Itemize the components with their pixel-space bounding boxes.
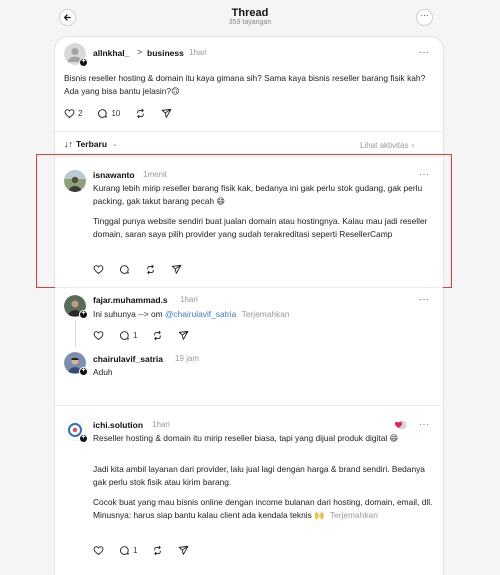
- repost-icon: [154, 545, 162, 556]
- main-post-actions: 2 10: [64, 108, 187, 119]
- reply-actions: 1: [93, 545, 204, 556]
- follow-plus-icon[interactable]: +: [79, 58, 88, 67]
- follow-plus-icon[interactable]: +: [79, 367, 88, 376]
- top-bar: Thread 359 tayangan ···: [0, 0, 500, 36]
- reply-time: 1hari: [152, 420, 170, 429]
- comment-icon: [120, 265, 129, 274]
- repost-icon: [137, 108, 145, 119]
- reply-button[interactable]: 1: [119, 330, 137, 341]
- translate-link[interactable]: Terjemahkan: [242, 309, 290, 319]
- sort-icon: ↓↑: [64, 139, 73, 149]
- reply-username[interactable]: chairulavif_satria: [93, 354, 163, 364]
- reply-button[interactable]: [119, 264, 130, 275]
- main-post-time: 1hari: [189, 48, 207, 57]
- comment-icon: [120, 331, 129, 340]
- reply-avatar[interactable]: +: [64, 352, 88, 376]
- topic-link[interactable]: business: [147, 48, 184, 58]
- reply-username[interactable]: isnawanto: [93, 170, 135, 180]
- send-icon: [162, 108, 172, 118]
- follow-plus-icon[interactable]: +: [79, 434, 88, 443]
- divider: [55, 405, 443, 406]
- send-icon: [179, 545, 189, 555]
- main-post-avatar[interactable]: +: [64, 43, 88, 67]
- thread-connector: [75, 321, 76, 347]
- share-button[interactable]: [161, 108, 172, 119]
- send-icon: [179, 330, 189, 340]
- breadcrumb-separator: >: [137, 47, 143, 57]
- chevron-down-icon: ⌄: [112, 141, 118, 148]
- reply-avatar[interactable]: +: [63, 418, 88, 443]
- heart-icon: [93, 546, 104, 555]
- reply-text-paragraph: Reseller hosting & domain itu mirip rese…: [93, 433, 399, 443]
- reply-avatar[interactable]: [64, 170, 86, 192]
- comment-icon: [120, 546, 129, 555]
- reply-more-icon[interactable]: ···: [419, 419, 430, 429]
- view-activity-link[interactable]: Lihat aktivitas ›: [360, 141, 414, 150]
- reply-actions: [93, 264, 197, 275]
- divider: [55, 287, 443, 288]
- sort-dropdown[interactable]: ↓↑ Terbaru ⌄: [64, 139, 118, 149]
- reply-text: Aduh: [93, 367, 113, 377]
- repost-button[interactable]: [135, 108, 146, 119]
- main-post-text: Bisnis reseller hosting & domain itu kay…: [64, 73, 426, 96]
- repost-button[interactable]: [145, 264, 156, 275]
- reply-count: 10: [111, 109, 121, 118]
- repost-icon: [154, 330, 162, 341]
- reply-time: 1menit: [143, 170, 168, 179]
- reply-time: 19 jam: [175, 354, 200, 363]
- reply-button[interactable]: 10: [97, 108, 120, 119]
- reply-text-paragraph: Kurang lebih mirip reseller barang fisik…: [93, 183, 423, 206]
- main-post-more-icon[interactable]: ···: [419, 47, 430, 57]
- share-button[interactable]: [171, 264, 182, 275]
- share-button[interactable]: [178, 545, 189, 556]
- heart-icon: [93, 265, 104, 274]
- divider: [55, 131, 443, 132]
- like-button[interactable]: [93, 545, 104, 556]
- reply-username[interactable]: ichi.solution: [93, 420, 143, 430]
- like-count: 2: [78, 109, 83, 118]
- reply-text-paragraph: Cocok buat yang mau bisnis online dengan…: [93, 496, 438, 521]
- avatar: [64, 170, 86, 192]
- heart-icon: [64, 109, 75, 118]
- share-button[interactable]: [178, 330, 189, 341]
- comment-icon: [98, 109, 108, 118]
- like-button[interactable]: [93, 264, 104, 275]
- more-options-button[interactable]: ···: [416, 9, 433, 26]
- send-icon: [171, 264, 182, 274]
- like-button[interactable]: 2: [64, 108, 82, 119]
- repost-button[interactable]: [152, 330, 163, 341]
- reply-more-icon[interactable]: ···: [419, 294, 430, 304]
- reply-username[interactable]: fajar.muhammad.s: [93, 295, 168, 305]
- like-button[interactable]: [93, 330, 104, 341]
- reply-count: 1: [133, 546, 138, 555]
- reply-paragraph-text: Cocok buat yang mau bisnis online dengan…: [93, 497, 433, 520]
- reply-button[interactable]: 1: [119, 545, 137, 556]
- repost-icon: [147, 264, 154, 275]
- heart-icon: [93, 331, 104, 340]
- sort-label: Terbaru: [76, 139, 108, 149]
- liked-by-author-icon: [394, 418, 407, 430]
- reply-text-paragraph: Jadi kita ambil layanan dari provider, l…: [93, 464, 425, 487]
- repost-button[interactable]: [152, 545, 163, 556]
- main-post-username[interactable]: allnkhal_: [93, 48, 129, 58]
- mention-link[interactable]: @chairulavif_satria: [165, 309, 236, 319]
- follow-plus-icon[interactable]: +: [79, 310, 88, 319]
- view-activity-label: Lihat aktivitas: [360, 141, 409, 150]
- reply-text: Ini suhunya --> om @chairulavif_satria T…: [93, 308, 433, 321]
- reply-time: 1hari: [180, 295, 198, 304]
- reply-count: 1: [133, 331, 138, 340]
- reply-more-icon[interactable]: ···: [419, 169, 430, 179]
- translate-link[interactable]: Terjemahkan: [330, 510, 378, 520]
- reply-text-prefix: Ini suhunya --> om: [93, 309, 165, 319]
- chevron-right-icon: ›: [411, 141, 415, 150]
- reply-avatar[interactable]: +: [64, 295, 88, 319]
- reply-text-paragraph: Tinggal punya website sendiri buat juala…: [93, 216, 428, 239]
- reply-actions: 1: [93, 330, 204, 341]
- more-icon: ···: [420, 11, 429, 20]
